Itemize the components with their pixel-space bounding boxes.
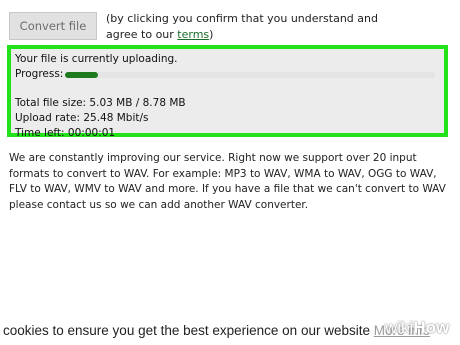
time-left: Time left: 00:00:01 [15, 127, 116, 139]
upload-status-content: Your file is currently uploading. Progre… [13, 52, 441, 139]
convert-file-button[interactable]: Convert file [9, 12, 97, 40]
wikihow-watermark-logo: wikiHow [385, 318, 449, 338]
terms-link[interactable]: terms [177, 28, 209, 41]
upload-rate: Upload rate: 25.48 Mbit/s [15, 112, 149, 124]
progress-bar-fill [65, 72, 99, 78]
consent-close-paren: ) [209, 28, 214, 41]
progress-bar [65, 72, 435, 78]
consent-notice: (by clicking you confirm that you unders… [106, 11, 396, 43]
cookie-text: cookies to ensure you get the best exper… [3, 323, 370, 338]
consent-text: (by clicking you confirm that you unders… [106, 12, 378, 41]
progress-label: Progress: [15, 68, 64, 80]
upload-status-text: Your file is currently uploading. [15, 53, 178, 65]
service-description: We are constantly improving our service.… [9, 152, 446, 211]
watermark-part-2: How [413, 318, 450, 337]
watermark-part-1: wiki [385, 318, 414, 337]
total-file-size: Total file size: 5.03 MB / 8.78 MB [15, 97, 186, 109]
upload-status-panel: Your file is currently uploading. Progre… [7, 45, 448, 139]
cookie-notice: cookies to ensure you get the best exper… [3, 323, 430, 338]
